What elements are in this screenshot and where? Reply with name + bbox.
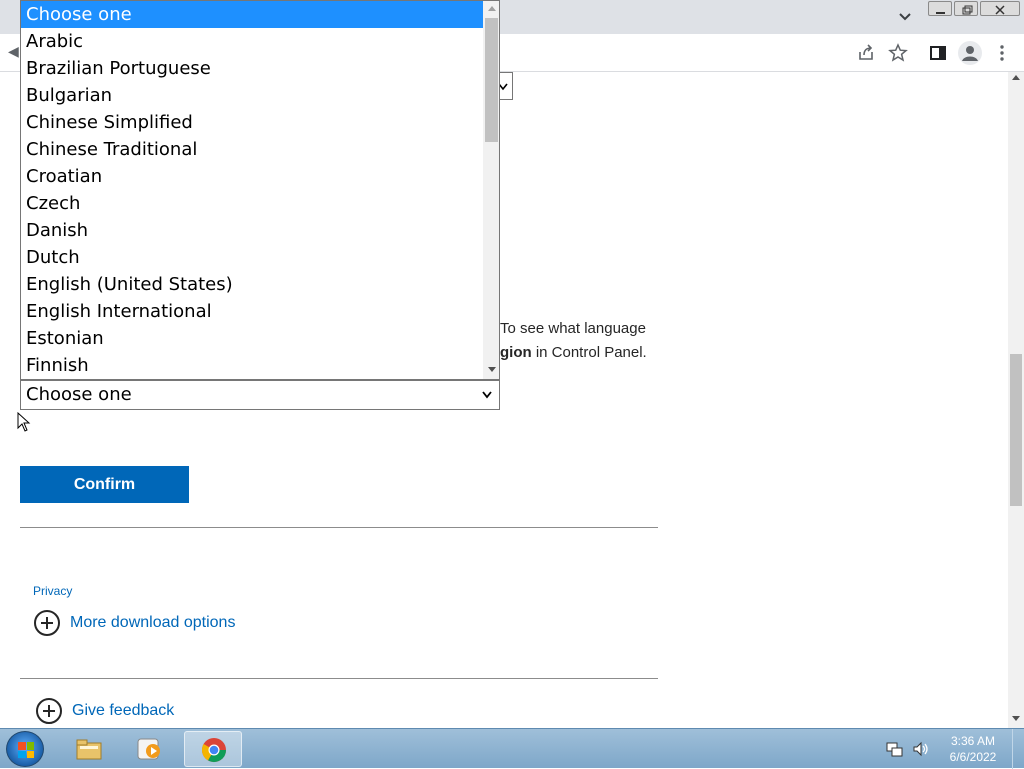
dropdown-option[interactable]: Danish [21,217,483,244]
taskbar-chrome[interactable] [184,731,242,767]
give-feedback-label: Give feedback [72,702,175,719]
clock-time: 3:36 AM [950,734,996,748]
plus-circle-icon [36,698,62,724]
divider [20,678,658,679]
dropdown-option[interactable]: Dutch [21,244,483,271]
description-line-1: To see what language [500,320,646,337]
restore-button[interactable] [954,1,978,16]
dropdown-option[interactable]: Bulgarian [21,82,483,109]
bookmark-star-icon[interactable] [888,43,908,63]
dropdown-option[interactable]: Arabic [21,28,483,55]
dropdown-option[interactable]: Chinese Simplified [21,109,483,136]
chrome-icon [201,738,226,763]
dropdown-scrollbar[interactable] [483,1,499,379]
dropdown-option[interactable]: Chinese Traditional [21,136,483,163]
show-desktop-button[interactable] [1012,729,1024,769]
taskbar-clock[interactable]: 3:36 AM 6/6/2022 [940,733,1006,765]
system-tray [886,729,930,769]
close-icon [995,5,1005,15]
tab-list-chevron-icon[interactable] [896,8,914,26]
more-menu-icon[interactable] [992,43,1012,63]
dropdown-option[interactable]: Croatian [21,163,483,190]
dropdown-option[interactable]: Choose one [21,1,483,28]
privacy-link[interactable]: Privacy [33,584,72,598]
dropdown-option[interactable]: Finnish [21,352,483,379]
page-scrollbar[interactable] [1008,72,1024,728]
scroll-down-icon[interactable] [488,367,496,372]
language-dropdown-list[interactable]: Choose one Arabic Brazilian Portuguese Bulg… [20,0,500,380]
description-bold: gion [500,344,532,361]
chevron-down-icon [482,391,492,399]
taskbar-file-explorer[interactable] [60,731,118,767]
language-select[interactable]: Choose one [20,380,500,410]
dropdown-option[interactable]: English (United States) [21,271,483,298]
description-line-2: in Control Panel. [531,344,647,361]
profile-icon[interactable] [958,41,982,65]
network-icon[interactable] [886,741,904,757]
dropdown-options: Choose one Arabic Brazilian Portuguese Bulg… [21,1,483,379]
plus-circle-icon [34,610,60,636]
language-select-value: Choose one [26,384,132,405]
dropdown-option[interactable]: English International [21,298,483,325]
taskbar-media-player[interactable] [120,731,178,767]
mouse-cursor-icon [17,412,31,432]
dropdown-option[interactable]: Brazilian Portuguese [21,55,483,82]
file-explorer-icon [76,739,102,760]
scroll-down-icon[interactable] [1012,716,1020,721]
dropdown-option[interactable]: Czech [21,190,483,217]
minimize-icon [936,12,945,14]
confirm-button[interactable]: Confirm [20,466,189,503]
language-help-text: To see what language gion in Control Pan… [500,317,670,365]
scroll-up-icon[interactable] [1012,75,1020,80]
clock-date: 6/6/2022 [949,750,997,764]
minimize-button[interactable] [928,1,952,16]
volume-icon[interactable] [912,741,930,757]
more-download-options[interactable]: More download options [34,610,235,636]
start-button[interactable] [6,731,44,767]
taskbar: 3:36 AM 6/6/2022 [0,728,1024,769]
scroll-up-icon[interactable] [488,6,496,11]
divider [20,527,658,528]
side-panel-icon[interactable] [928,43,948,63]
restore-icon [962,5,973,15]
share-icon[interactable] [856,43,876,63]
dropdown-option[interactable]: Estonian [21,325,483,352]
close-button[interactable] [980,1,1020,16]
more-download-options-label: More download options [70,614,236,631]
scrollbar-thumb[interactable] [485,18,498,142]
give-feedback[interactable]: Give feedback [36,698,174,724]
scrollbar-thumb[interactable] [1010,354,1022,506]
window-controls [928,1,1020,17]
windows-logo-icon [18,742,34,758]
media-player-icon [137,738,160,760]
